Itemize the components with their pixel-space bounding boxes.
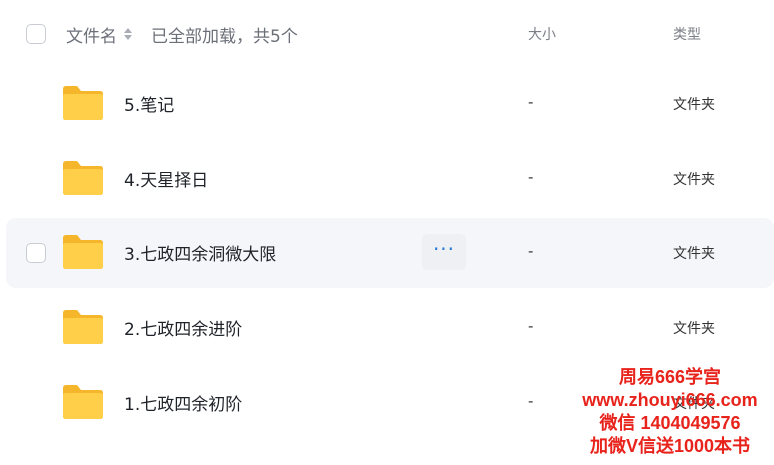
file-size: - xyxy=(528,93,534,111)
watermark-line: 微信 1404049576 xyxy=(599,413,741,433)
file-row[interactable]: 2.七政四余进阶 - 文件夹 xyxy=(6,293,774,363)
select-all-checkbox[interactable] xyxy=(26,24,46,44)
file-type: 文件夹 xyxy=(673,246,715,262)
file-name[interactable]: 4.天星择日 xyxy=(124,166,208,191)
folder-icon xyxy=(63,310,103,344)
folder-icon xyxy=(63,385,103,419)
file-name[interactable]: 5.笔记 xyxy=(124,91,174,116)
watermark-line: 周易666学宫 xyxy=(618,367,722,387)
column-header-size[interactable]: 大小 xyxy=(528,24,556,44)
folder-icon xyxy=(63,86,103,120)
column-header-name[interactable]: 文件名 xyxy=(66,22,117,47)
watermark-overlay: 周易666学宫 www.zhouyi666.com 微信 1404049576 … xyxy=(568,366,772,458)
column-header-type[interactable]: 类型 xyxy=(673,24,701,44)
file-type: 文件夹 xyxy=(673,97,715,113)
file-row[interactable]: 4.天星择日 - 文件夹 xyxy=(6,144,774,214)
more-actions-button[interactable]: ··· xyxy=(422,234,466,270)
file-row[interactable]: 3.七政四余洞微大限 ··· - 文件夹 xyxy=(6,218,774,288)
file-size: - xyxy=(528,392,534,410)
file-type: 文件夹 xyxy=(673,172,715,188)
row-checkbox[interactable] xyxy=(26,243,46,263)
watermark-line: 加微V信送1000本书 xyxy=(589,436,751,456)
file-size: - xyxy=(528,242,534,260)
file-name[interactable]: 1.七政四余初阶 xyxy=(124,390,242,415)
file-type: 文件夹 xyxy=(673,321,715,337)
loaded-count-text: 已全部加载，共5个 xyxy=(151,27,298,47)
file-name[interactable]: 3.七政四余洞微大限 xyxy=(124,240,276,265)
folder-icon xyxy=(63,161,103,195)
sort-icon[interactable] xyxy=(123,26,133,42)
file-size: - xyxy=(528,168,534,186)
folder-icon xyxy=(63,235,103,269)
file-list-header: 文件名 已全部加载，共5个 大小 类型 xyxy=(0,0,774,66)
watermark-line: www.zhouyi666.com xyxy=(582,390,758,410)
file-size: - xyxy=(528,317,534,335)
file-name[interactable]: 2.七政四余进阶 xyxy=(124,315,242,340)
file-row[interactable]: 5.笔记 - 文件夹 xyxy=(6,69,774,139)
